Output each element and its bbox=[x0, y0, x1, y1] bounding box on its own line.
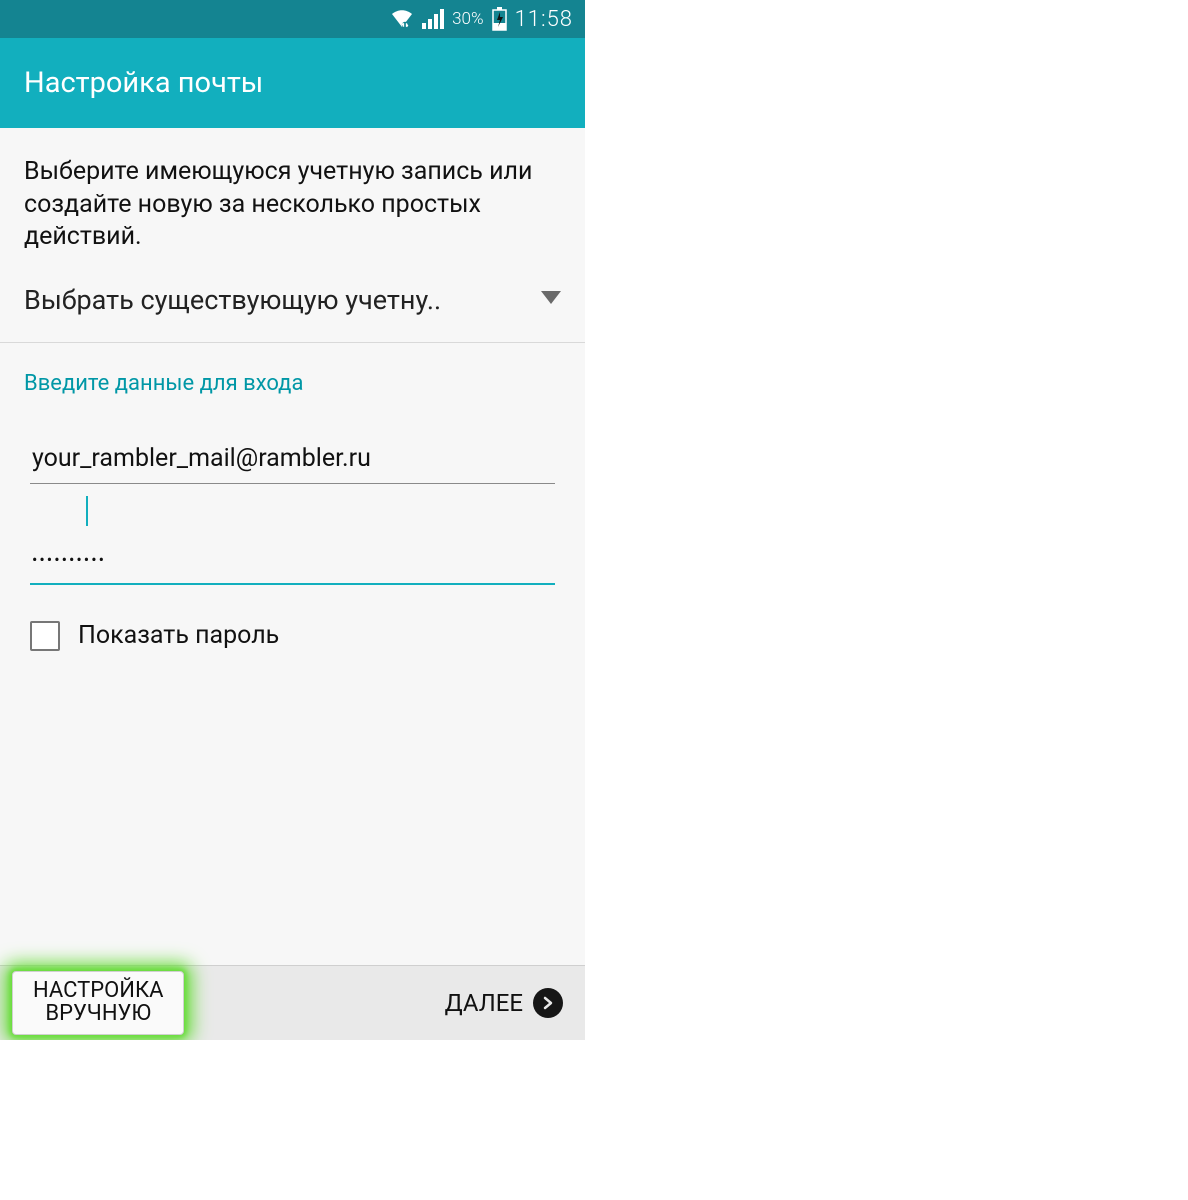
next-button[interactable]: ДАЛЕЕ bbox=[445, 988, 563, 1018]
email-field[interactable] bbox=[30, 434, 555, 484]
show-password-row[interactable]: Показать пароль bbox=[0, 585, 585, 651]
instructions-text: Выберите имеющуюся учетную запись или со… bbox=[0, 128, 585, 272]
chevron-down-icon bbox=[541, 289, 561, 310]
next-button-label: ДАЛЕЕ bbox=[445, 989, 523, 1017]
battery-percent: 30% bbox=[452, 9, 483, 29]
app-bar: Настройка почты bbox=[0, 38, 585, 128]
arrow-right-circle-icon bbox=[533, 988, 563, 1018]
account-selector-dropdown[interactable]: Выбрать существующую учетну.. bbox=[0, 272, 585, 343]
page-title: Настройка почты bbox=[24, 66, 263, 100]
password-field[interactable] bbox=[30, 532, 555, 585]
manual-setup-line2: ВРУЧНУЮ bbox=[33, 1002, 163, 1025]
show-password-checkbox[interactable] bbox=[30, 621, 60, 651]
show-password-label: Показать пароль bbox=[78, 621, 279, 650]
status-bar: 30% 11:58 bbox=[0, 0, 585, 38]
login-section-label: Введите данные для входа bbox=[0, 343, 585, 396]
battery-charging-icon bbox=[492, 7, 507, 31]
phone-screen: 30% 11:58 Настройка почты Выберите имеющ… bbox=[0, 0, 585, 1040]
footer-bar: НАСТРОЙКА ВРУЧНУЮ ДАЛЕЕ bbox=[0, 965, 585, 1040]
cellular-signal-icon bbox=[422, 9, 444, 29]
clock-time: 11:58 bbox=[515, 7, 573, 32]
text-cursor-icon bbox=[86, 496, 88, 526]
manual-setup-button[interactable]: НАСТРОЙКА ВРУЧНУЮ bbox=[12, 971, 184, 1035]
wifi-icon bbox=[390, 9, 414, 29]
account-selector-label: Выбрать существующую учетну.. bbox=[24, 284, 441, 316]
manual-setup-line1: НАСТРОЙКА bbox=[33, 979, 163, 1002]
